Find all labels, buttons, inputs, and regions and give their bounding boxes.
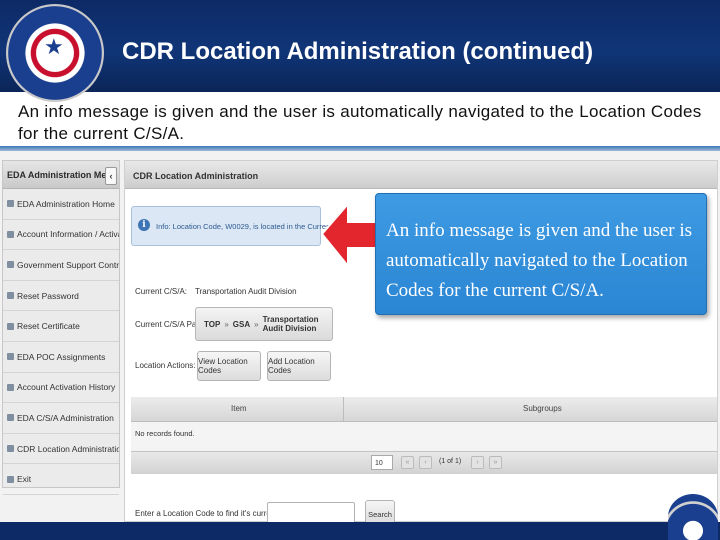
page-icon [7, 353, 14, 361]
add-location-codes-button[interactable]: Add Location Codes [267, 351, 331, 381]
agency-seal-logo: ★ [6, 4, 104, 102]
page-icon [7, 383, 14, 391]
table-empty-message: No records found. [135, 429, 195, 438]
current-csa-value: Transportation Audit Division [195, 287, 297, 296]
sidebar-item-reset-password[interactable]: Reset Password [3, 281, 119, 312]
page-icon [7, 261, 14, 269]
page-icon [7, 414, 14, 422]
collapse-sidebar-button[interactable]: ‹ [105, 167, 117, 185]
sidebar-item-cdr-location-administration[interactable]: CDR Location Administration [3, 434, 119, 465]
page-size-select[interactable]: 10 [371, 455, 393, 470]
sidebar-menu: EDA Administration Menu ‹ EDA Administra… [2, 160, 120, 495]
sidebar-item-label: EDA Administration Home [17, 198, 115, 209]
page-icon [7, 200, 14, 208]
sidebar-item-eda-poc-assignments[interactable]: EDA POC Assignments [3, 342, 119, 373]
panel-title: CDR Location Administration [125, 161, 717, 189]
sidebar-item-reset-certificate[interactable]: Reset Certificate [3, 311, 119, 342]
slide-caption: An info message is given and the user is… [18, 102, 702, 143]
sidebar-item-label: Account Information / Activation [17, 229, 119, 240]
page-info: (1 of 1) [439, 458, 462, 465]
red-arrow-icon [320, 201, 379, 269]
page-icon [7, 292, 14, 300]
table-pager: 10 « ‹ (1 of 1) › » [131, 451, 717, 474]
location-actions-label: Location Actions: [135, 361, 196, 370]
page-icon [7, 445, 14, 453]
sidebar-title-text: EDA Administration Menu [7, 170, 118, 180]
callout-box: An info message is given and the user is… [375, 193, 707, 315]
exit-icon [7, 475, 14, 483]
current-csa-label: Current C/S/A: [135, 287, 188, 296]
sidebar-item-account-activation-history[interactable]: Account Activation History [3, 373, 119, 404]
slide-title: CDR Location Administration (continued) [122, 38, 594, 65]
sidebar-item-account-information[interactable]: Account Information / Activation [3, 220, 119, 251]
footer-bar [0, 522, 720, 540]
path-separator: » [254, 319, 259, 329]
footer-seal-logo [668, 494, 718, 540]
star-icon: ★ [44, 34, 64, 59]
sidebar-item-label: CDR Location Administration [17, 443, 119, 454]
view-location-codes-button[interactable]: View Location Codes [197, 351, 261, 381]
sidebar-item-label: Reset Certificate [17, 321, 80, 332]
sidebar-item-label: Exit [17, 474, 32, 485]
next-page-button[interactable]: › [471, 456, 484, 469]
column-header-subgroups[interactable]: Subgroups [523, 404, 562, 413]
path-item-current[interactable]: Transportation Audit Division [263, 315, 332, 333]
first-page-button[interactable]: « [401, 456, 414, 469]
sidebar-item-eda-csa-administration[interactable]: EDA C/S/A Administration [3, 403, 119, 434]
last-page-button[interactable]: » [489, 456, 502, 469]
sidebar-title: EDA Administration Menu ‹ [3, 161, 119, 189]
callout-text: An info message is given and the user is… [386, 220, 693, 301]
sidebar-item-government-support-contractor-request[interactable]: Government Support Contractor Request [3, 250, 119, 281]
app-screenshot: EDA Administration Menu ‹ EDA Administra… [0, 151, 720, 528]
sidebar-item-label: Reset Password [17, 290, 79, 301]
sidebar-item-label: EDA C/S/A Administration [17, 412, 114, 423]
csa-path-breadcrumb: TOP » GSA » Transportation Audit Divisio… [195, 307, 333, 341]
column-header-item[interactable]: Item [231, 404, 247, 413]
location-code-input[interactable] [267, 502, 355, 524]
path-separator: » [224, 319, 229, 329]
sidebar-item-label: Account Activation History [17, 382, 116, 393]
table-header: Item Subgroups [131, 397, 717, 422]
main-panel: CDR Location Administration i Info: Loca… [124, 160, 718, 528]
info-icon: i [138, 219, 150, 231]
sidebar-item-eda-administration-home[interactable]: EDA Administration Home [3, 189, 119, 220]
slide-header: ★ CDR Location Administration (continued… [0, 0, 720, 102]
page-icon [7, 230, 14, 238]
column-divider [343, 397, 344, 421]
info-message: i Info: Location Code, W0029, is located… [131, 206, 356, 246]
path-item-gsa[interactable]: GSA [233, 320, 250, 329]
page-icon [7, 322, 14, 330]
sidebar-item-label: EDA POC Assignments [17, 351, 106, 362]
prev-page-button[interactable]: ‹ [419, 456, 432, 469]
sidebar-item-label: Government Support Contractor Request [17, 259, 119, 270]
path-item-top[interactable]: TOP [204, 320, 220, 329]
sidebar-item-exit[interactable]: Exit [3, 464, 119, 495]
